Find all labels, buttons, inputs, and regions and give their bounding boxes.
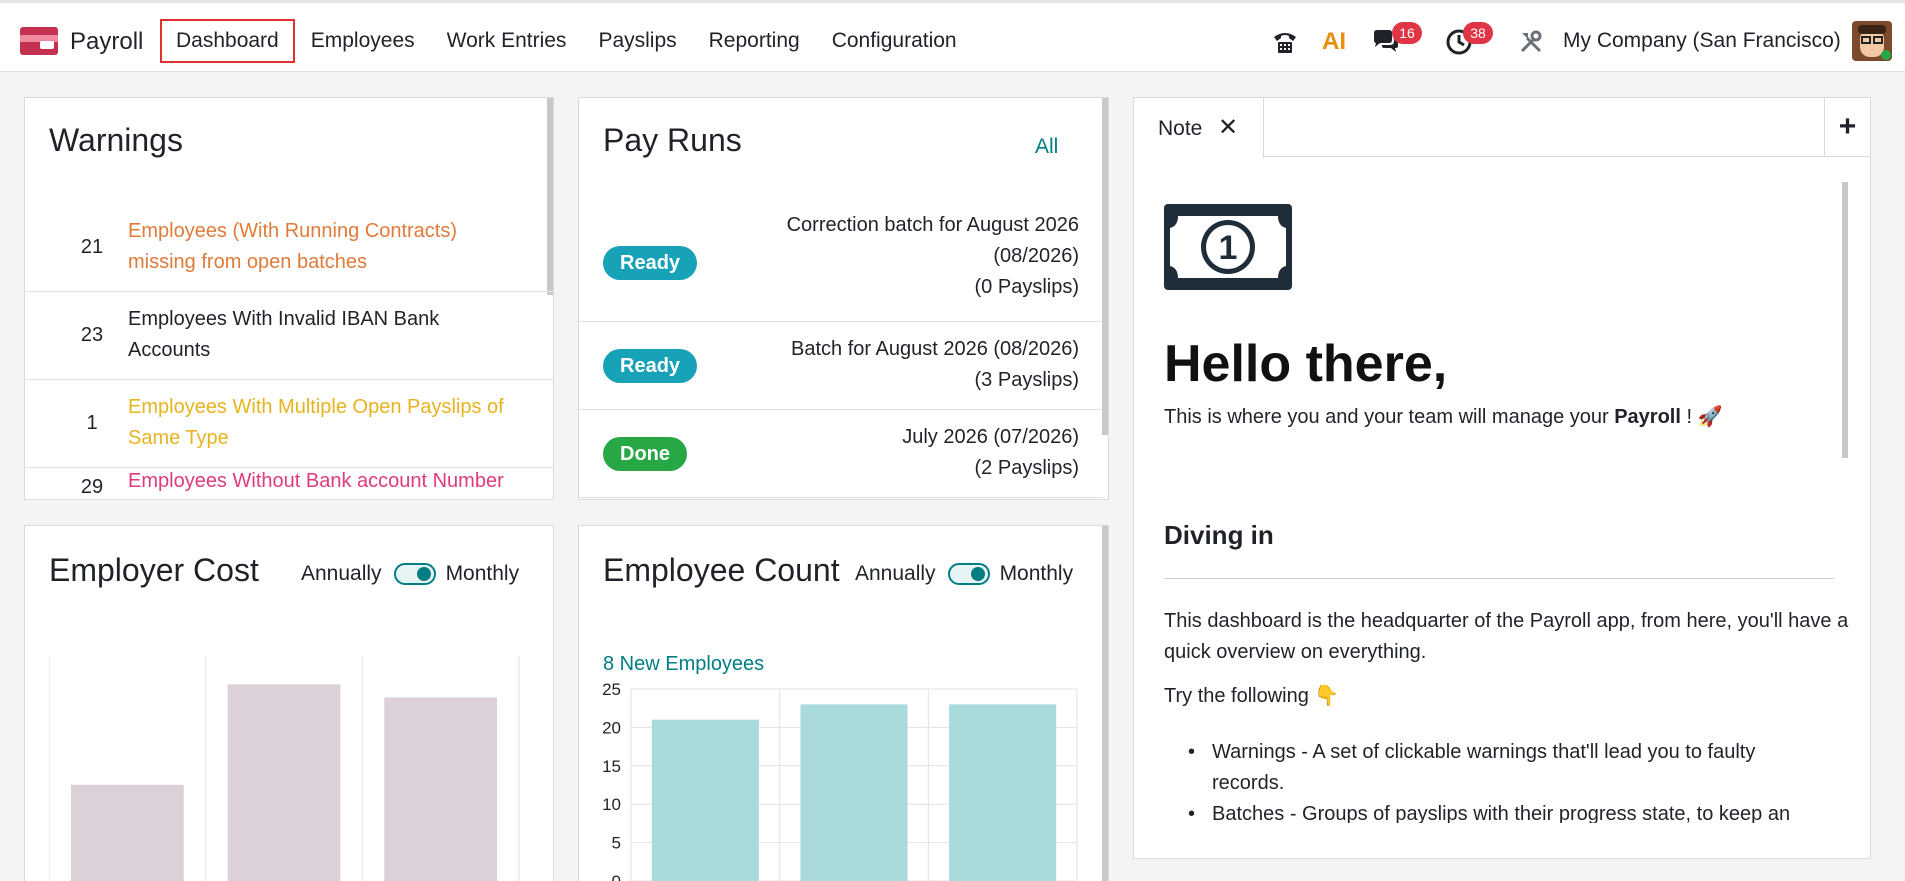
pay-run-row[interactable]: Ready Correction batch for August 2026 (… [579, 204, 1103, 322]
company-switcher[interactable]: My Company (San Francisco) [1563, 29, 1841, 53]
svg-text:1: 1 [1219, 229, 1238, 267]
warnings-card: Warnings 21 Employees (With Running Cont… [24, 97, 554, 500]
menu-configuration[interactable]: Configuration [816, 19, 973, 63]
note-heading: Hello there, [1164, 335, 1448, 393]
note-section-title: Diving in [1164, 520, 1274, 550]
note-try-label: Try the following 👇 [1164, 685, 1340, 707]
pay-runs-card: Pay Runs All Ready Correction batch for … [578, 97, 1109, 500]
list-item: • Batches - Groups of payslips with thei… [1188, 803, 1791, 823]
y-tick-label: 0 [612, 872, 621, 881]
note-bullet-list: • Warnings - A set of clickable warnings… [1164, 737, 1844, 823]
user-avatar[interactable] [1852, 21, 1892, 61]
warning-count: 21 [80, 236, 104, 258]
app-name[interactable]: Payroll [70, 28, 143, 56]
warning-count: 29 [80, 476, 104, 498]
pay-run-label: July 2026 (07/2026) (2 Payslips) [902, 426, 1079, 479]
employee-count-title: Employee Count [603, 552, 840, 588]
top-navbar: Payroll Dashboard Employees Work Entries… [0, 0, 1905, 72]
pay-runs-title: Pay Runs [603, 122, 742, 158]
toggle-monthly-label: Monthly [445, 562, 520, 585]
menu-work-entries[interactable]: Work Entries [431, 19, 583, 63]
note-scrollbar[interactable] [1842, 182, 1848, 458]
activities-badge: 38 [1463, 22, 1493, 44]
note-panel: Note ✕ + 1 Hello there, This is where yo… [1133, 97, 1871, 859]
employer-cost-chart [49, 656, 520, 881]
warning-row[interactable]: 1 Employees With Multiple Open Payslips … [25, 380, 553, 468]
note-intro: This is where you and your team will man… [1164, 406, 1723, 428]
warning-link[interactable]: Employees (With Running Contracts) missi… [128, 216, 538, 278]
menu-payslips[interactable]: Payslips [582, 19, 692, 63]
note-paragraph: This dashboard is the headquarter of the… [1164, 610, 1849, 663]
period-switch[interactable] [947, 563, 990, 585]
ai-icon[interactable]: AI [1322, 27, 1352, 57]
warning-count: 23 [80, 324, 104, 346]
close-icon[interactable]: ✕ [1218, 113, 1238, 142]
employee-count-period-toggle[interactable]: Annually Monthly [855, 562, 1073, 586]
chart-bar [949, 704, 1057, 881]
warning-row[interactable]: 23 Employees With Invalid IBAN Bank Acco… [25, 292, 553, 380]
payroll-app-icon[interactable] [20, 27, 58, 55]
employee-count-chart: 0 5 10 15 20 25 [602, 681, 1078, 881]
y-tick-label: 25 [602, 681, 621, 699]
add-note-button[interactable]: + [1824, 98, 1870, 157]
menu-dashboard[interactable]: Dashboard [160, 19, 295, 63]
pay-run-label: Correction batch for August 2026 (08/202… [786, 214, 1079, 298]
status-badge: Ready [603, 246, 698, 280]
warning-row[interactable]: 21 Employees (With Running Contracts) mi… [25, 204, 553, 292]
employer-cost-card: Employer Cost Annually Monthly [24, 525, 554, 881]
note-tabbar: Note ✕ + [1134, 98, 1870, 158]
messages-badge: 16 [1392, 22, 1422, 44]
chart-bar [70, 784, 184, 881]
menu-employees[interactable]: Employees [295, 19, 431, 63]
pay-run-row[interactable]: Done July 2026 (07/2026) (2 Payslips) [579, 410, 1103, 498]
status-badge: Ready [603, 349, 698, 383]
pay-run-label: Batch for August 2026 (08/2026) (3 Paysl… [791, 338, 1079, 391]
phone-icon[interactable] [1270, 27, 1300, 57]
tools-icon[interactable] [1516, 27, 1546, 57]
list-item: • Warnings - A set of clickable warnings… [1188, 741, 1756, 794]
pay-run-row[interactable]: Ready Batch for August 2026 (08/2026) (3… [579, 322, 1103, 410]
pay-runs-all-link[interactable]: All [1035, 135, 1058, 159]
y-tick-label: 10 [602, 795, 621, 814]
employee-count-card: Employee Count Annually Monthly 8 New Em… [578, 525, 1109, 881]
warnings-title: Warnings [49, 122, 183, 158]
warning-link[interactable]: Employees With Multiple Open Payslips of… [128, 392, 538, 454]
warning-link[interactable]: Employees Without Bank account Number [128, 466, 538, 497]
tab-note[interactable]: Note ✕ [1134, 98, 1264, 158]
warning-count: 1 [86, 412, 98, 434]
warning-row[interactable]: 29 Employees Without Bank account Number [25, 466, 553, 499]
chart-bar [651, 719, 759, 881]
y-tick-label: 20 [602, 718, 621, 737]
chart-bar [227, 684, 341, 881]
status-badge: Done [603, 437, 687, 471]
employer-cost-period-toggle[interactable]: Annually Monthly [301, 562, 519, 586]
employer-cost-title: Employer Cost [49, 552, 259, 588]
main-menu: Dashboard Employees Work Entries Payslip… [160, 19, 973, 63]
chart-bar [384, 697, 498, 881]
y-tick-label: 5 [612, 834, 621, 853]
section-divider [1164, 578, 1834, 579]
money-bill-icon: 1 [1164, 204, 1292, 290]
chart-bar [800, 704, 908, 881]
toggle-monthly-label: Monthly [999, 562, 1074, 585]
period-switch[interactable] [393, 563, 436, 585]
employee-count-scrollbar[interactable] [1102, 526, 1108, 881]
new-employees-link[interactable]: 8 New Employees [603, 653, 764, 676]
tab-note-label: Note [1158, 117, 1203, 140]
warning-link[interactable]: Employees With Invalid IBAN Bank Account… [128, 304, 538, 366]
toggle-annually-label: Annually [855, 562, 936, 585]
menu-reporting[interactable]: Reporting [693, 19, 816, 63]
y-tick-label: 15 [602, 757, 621, 776]
toggle-annually-label: Annually [301, 562, 382, 585]
